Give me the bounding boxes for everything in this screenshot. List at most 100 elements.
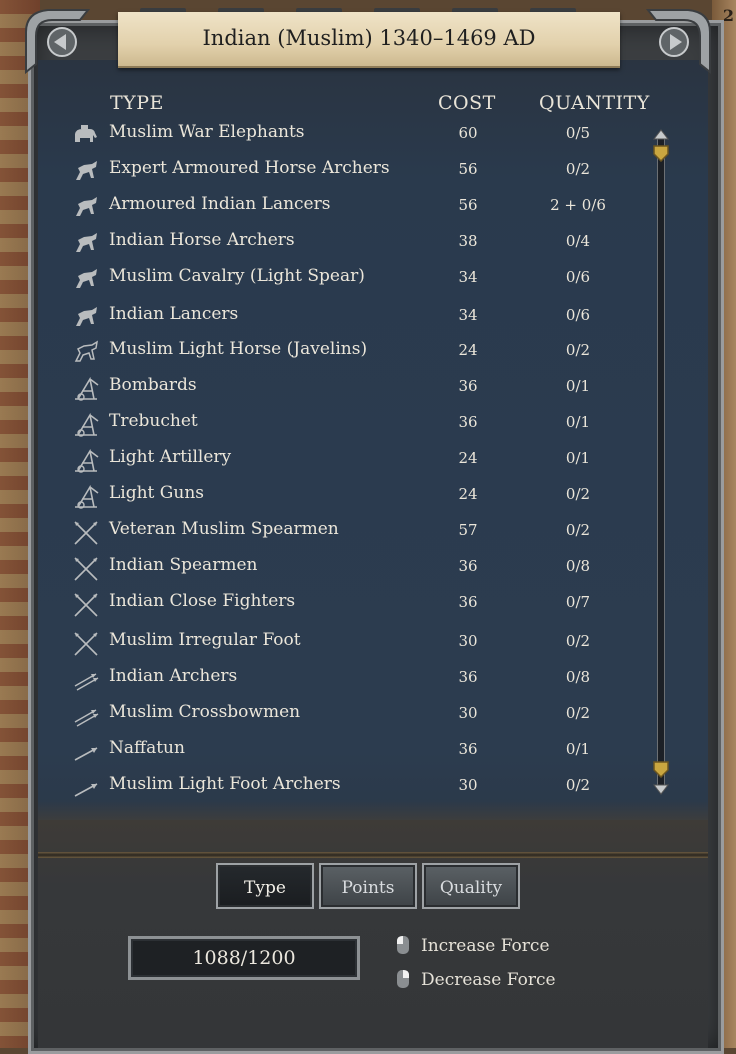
header-quantity[interactable]: QUANTITY — [539, 92, 650, 114]
corner-ornament-right-icon — [645, 9, 711, 75]
unit-quantity: 0/2 — [565, 776, 591, 794]
decrease-force-hint: Decrease Force — [421, 970, 556, 990]
unit-row[interactable]: Naffatun 36 0/1 — [0, 738, 736, 774]
unit-cost: 36 — [458, 740, 478, 758]
header-cost[interactable]: COST — [438, 92, 496, 114]
arrows-icon — [74, 673, 99, 691]
unit-row[interactable]: Indian Lancers 34 0/6 — [0, 304, 736, 340]
unit-row[interactable]: Armoured Indian Lancers 56 2 + 0/6 — [0, 194, 736, 230]
scrollbar-track[interactable] — [657, 138, 665, 790]
sort-quality-button[interactable]: Quality — [422, 863, 520, 909]
unit-quantity: 0/2 — [565, 160, 591, 178]
unit-row[interactable]: Indian Horse Archers 38 0/4 — [0, 230, 736, 266]
unit-row[interactable]: Light Guns 24 0/2 — [0, 483, 736, 519]
unit-name: Bombards — [109, 375, 197, 395]
unit-name: Indian Spearmen — [109, 555, 258, 575]
points-counter: 1088/1200 — [128, 936, 360, 980]
sort-points-button[interactable]: Points — [319, 863, 417, 909]
unit-cost: 36 — [458, 668, 478, 686]
unit-quantity: 0/2 — [565, 704, 591, 722]
panel-divider — [38, 852, 708, 858]
unit-row[interactable]: Indian Spearmen 36 0/8 — [0, 555, 736, 591]
crossed-spears-icon — [74, 521, 98, 545]
unit-name: Indian Lancers — [109, 304, 239, 324]
unit-name: Expert Armoured Horse Archers — [109, 158, 390, 178]
scrollbar-thumb-top[interactable] — [652, 144, 670, 162]
horse-icon — [76, 197, 97, 216]
unit-quantity: 0/2 — [565, 521, 591, 539]
mouse-right-click-icon — [397, 970, 409, 988]
elephant-icon — [75, 125, 97, 142]
unit-row[interactable]: Veteran Muslim Spearmen 57 0/2 — [0, 519, 736, 555]
unit-row[interactable]: Bombards 36 0/1 — [0, 375, 736, 411]
unit-quantity: 2 + 0/6 — [550, 196, 606, 214]
crossed-spears-icon — [74, 593, 98, 617]
unit-row[interactable]: Indian Archers 36 0/8 — [0, 666, 736, 702]
unit-cost: 24 — [458, 341, 478, 359]
unit-row[interactable]: Muslim War Elephants 60 0/5 — [0, 122, 736, 158]
unit-cost: 30 — [458, 776, 478, 794]
artillery-icon — [75, 448, 99, 473]
unit-name: Light Guns — [109, 483, 204, 503]
unit-row[interactable]: Muslim Irregular Foot 30 0/2 — [0, 630, 736, 666]
unit-quantity: 0/8 — [565, 557, 591, 575]
unit-name: Muslim Light Foot Archers — [109, 774, 341, 794]
crossed-spears-icon — [74, 557, 98, 581]
unit-cost: 30 — [458, 704, 478, 722]
unit-cost: 24 — [458, 449, 478, 467]
unit-cost: 56 — [458, 196, 478, 214]
unit-name: Indian Close Fighters — [109, 591, 296, 611]
unit-name: Veteran Muslim Spearmen — [109, 519, 339, 539]
unit-quantity: 0/2 — [565, 341, 591, 359]
arrow-icon — [74, 747, 98, 761]
unit-cost: 36 — [458, 413, 478, 431]
unit-quantity: 0/6 — [565, 268, 591, 286]
unit-quantity: 0/2 — [565, 485, 591, 503]
unit-row[interactable]: Expert Armoured Horse Archers 56 0/2 — [0, 158, 736, 194]
unit-name: Armoured Indian Lancers — [109, 194, 331, 214]
unit-quantity: 0/1 — [565, 413, 591, 431]
unit-name: Muslim Crossbowmen — [109, 702, 301, 722]
unit-cost: 38 — [458, 232, 478, 250]
unit-cost: 34 — [458, 306, 478, 324]
horse-icon — [76, 269, 97, 288]
unit-name: Muslim Irregular Foot — [109, 630, 301, 650]
unit-name: Indian Horse Archers — [109, 230, 295, 250]
unit-row[interactable]: Muslim Light Foot Archers 30 0/2 — [0, 774, 736, 810]
unit-row[interactable]: Muslim Cavalry (Light Spear) 34 0/6 — [0, 266, 736, 302]
corner-number: 2 — [722, 6, 734, 25]
unit-quantity: 0/1 — [565, 740, 591, 758]
arrow-icon — [74, 783, 98, 797]
unit-row[interactable]: Indian Close Fighters 36 0/7 — [0, 591, 736, 627]
horse-icon — [76, 233, 97, 252]
horse-icon — [76, 307, 97, 326]
header-type[interactable]: TYPE — [110, 92, 164, 114]
unit-cost: 56 — [458, 160, 478, 178]
unit-cost: 60 — [458, 124, 478, 142]
unit-name: Muslim Light Horse (Javelins) — [109, 339, 368, 359]
crossed-spears-icon — [74, 632, 98, 656]
unit-quantity: 0/2 — [565, 632, 591, 650]
scrollbar-thumb-bottom[interactable] — [652, 760, 670, 778]
unit-name: Muslim Cavalry (Light Spear) — [109, 266, 365, 286]
unit-row[interactable]: Muslim Light Horse (Javelins) 24 0/2 — [0, 339, 736, 375]
unit-quantity: 0/1 — [565, 377, 591, 395]
scroll-up-arrow-icon[interactable] — [652, 128, 670, 140]
unit-quantity: 0/5 — [565, 124, 591, 142]
corner-ornament-left-icon — [25, 9, 91, 75]
unit-cost: 36 — [458, 377, 478, 395]
artillery-icon — [75, 376, 99, 401]
unit-quantity: 0/8 — [565, 668, 591, 686]
unit-name: Naffatun — [109, 738, 185, 758]
unit-name: Indian Archers — [109, 666, 238, 686]
scroll-down-arrow-icon[interactable] — [652, 784, 670, 796]
horse-icon — [76, 161, 97, 180]
mouse-left-click-icon — [397, 936, 409, 954]
increase-force-hint: Increase Force — [421, 936, 550, 956]
unit-name: Trebuchet — [109, 411, 198, 431]
unit-row[interactable]: Light Artillery 24 0/1 — [0, 447, 736, 483]
unit-quantity: 0/4 — [565, 232, 591, 250]
unit-row[interactable]: Muslim Crossbowmen 30 0/2 — [0, 702, 736, 738]
unit-row[interactable]: Trebuchet 36 0/1 — [0, 411, 736, 447]
sort-type-button[interactable]: Type — [216, 863, 314, 909]
